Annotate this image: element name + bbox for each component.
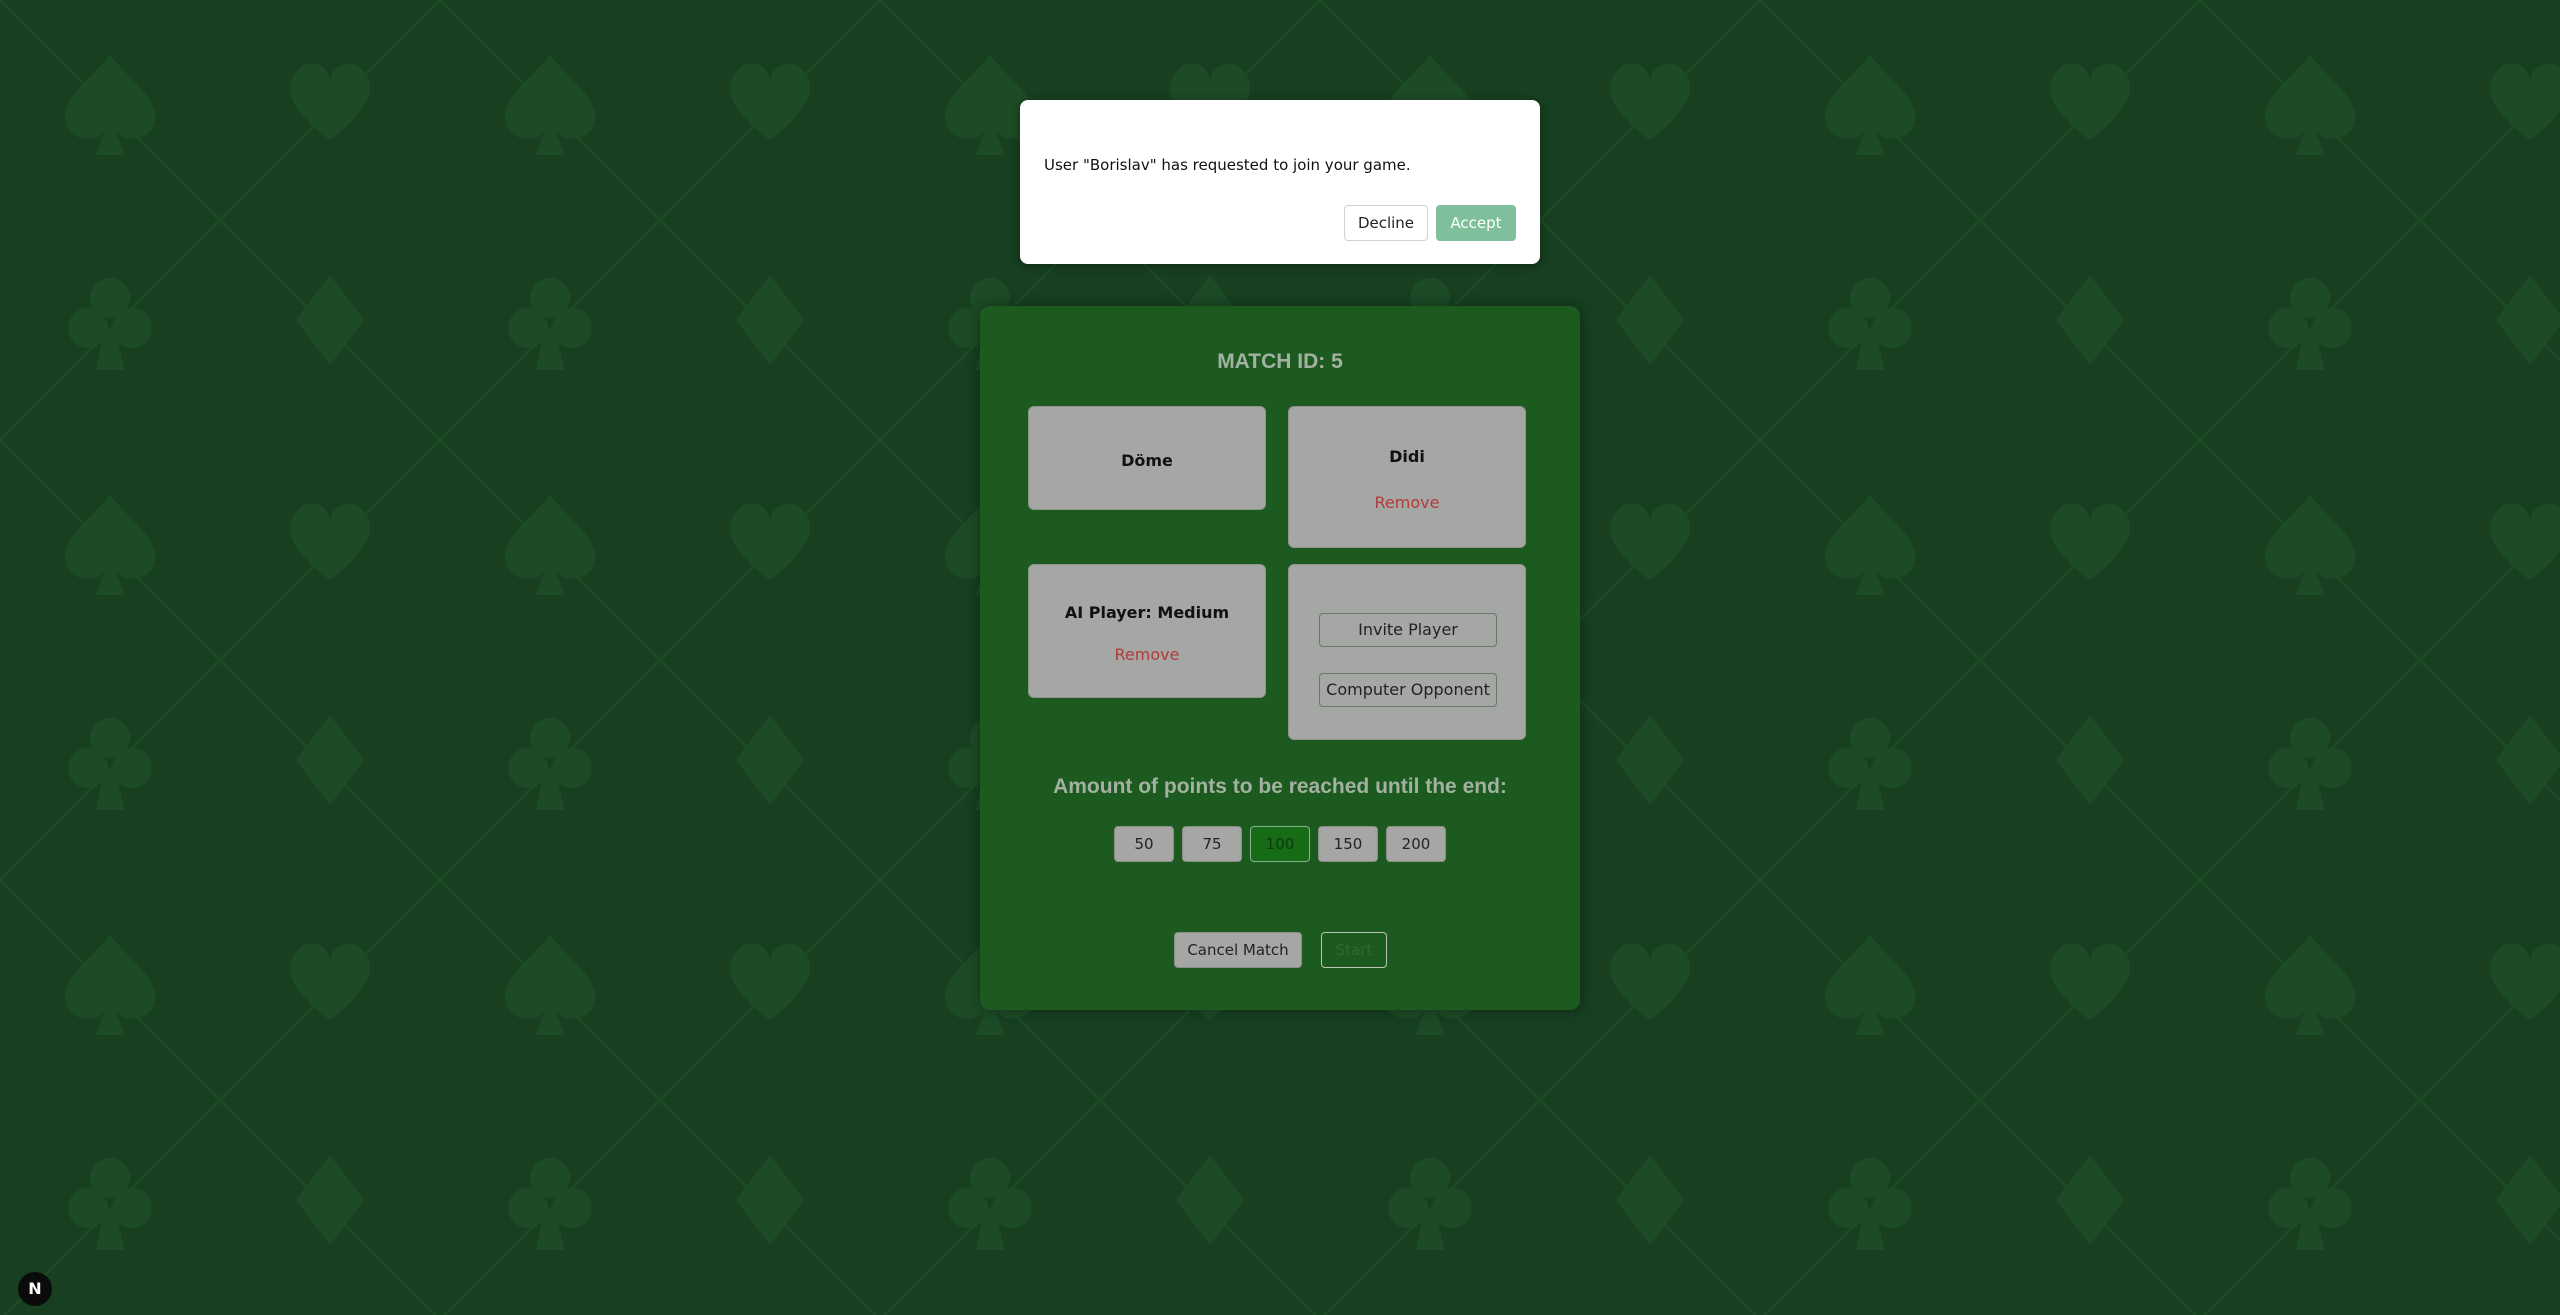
decline-button[interactable]: Decline bbox=[1344, 205, 1428, 241]
points-option-150[interactable]: 150 bbox=[1318, 826, 1378, 862]
player-slot-2: Didi Remove bbox=[1288, 406, 1526, 548]
accept-button[interactable]: Accept bbox=[1436, 205, 1516, 241]
empty-slot: Invite Player Computer Opponent bbox=[1288, 564, 1526, 740]
points-option-75[interactable]: 75 bbox=[1182, 826, 1242, 862]
remove-player-button[interactable]: Remove bbox=[1029, 645, 1265, 664]
cancel-match-button[interactable]: Cancel Match bbox=[1174, 932, 1302, 968]
computer-opponent-button[interactable]: Computer Opponent bbox=[1319, 673, 1497, 707]
player-name: Didi bbox=[1389, 447, 1425, 466]
points-label: Amount of points to be reached until the… bbox=[1053, 775, 1507, 798]
start-match-button[interactable]: Start bbox=[1321, 932, 1387, 968]
join-request-dialog: User "Borislav" has requested to join yo… bbox=[1020, 100, 1540, 264]
player-slot-3: AI Player: Medium Remove bbox=[1028, 564, 1266, 698]
points-option-50[interactable]: 50 bbox=[1114, 826, 1174, 862]
invite-player-button[interactable]: Invite Player bbox=[1319, 613, 1497, 647]
join-request-message: User "Borislav" has requested to join yo… bbox=[1044, 156, 1411, 174]
player-name: AI Player: Medium bbox=[1064, 603, 1230, 622]
match-panel: MATCH ID: 5 Döme Didi Remove AI Player: … bbox=[980, 306, 1580, 1010]
points-option-200[interactable]: 200 bbox=[1386, 826, 1446, 862]
match-title: MATCH ID: 5 bbox=[1217, 350, 1343, 373]
player-name: Döme bbox=[1121, 451, 1173, 470]
points-option-100[interactable]: 100 bbox=[1250, 826, 1310, 862]
remove-player-button[interactable]: Remove bbox=[1289, 493, 1525, 512]
player-slot-1: Döme bbox=[1028, 406, 1266, 510]
points-selector: 50 75 100 150 200 bbox=[980, 826, 1580, 862]
nextjs-icon[interactable]: N bbox=[18, 1272, 52, 1306]
